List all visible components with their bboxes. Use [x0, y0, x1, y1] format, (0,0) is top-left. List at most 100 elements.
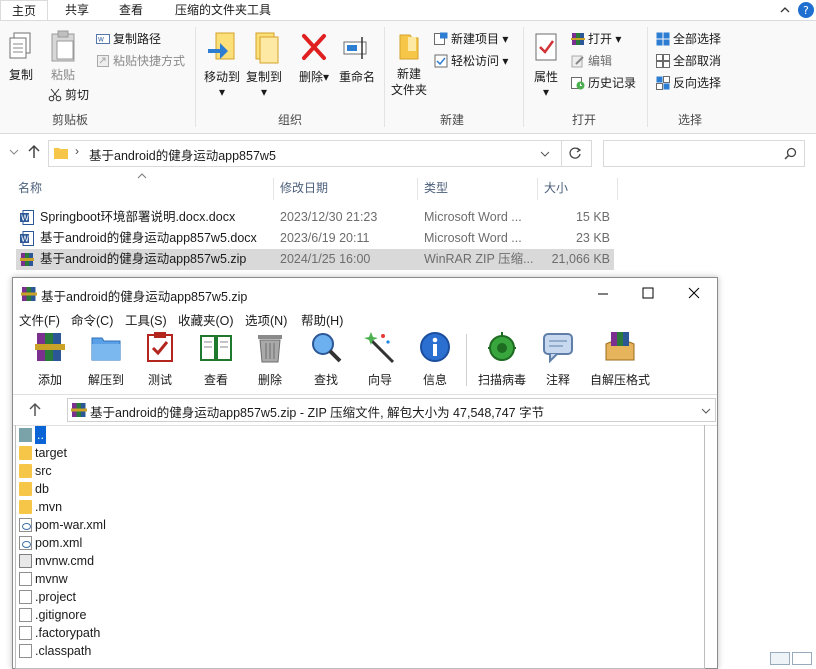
address-bar[interactable]: › 基于android的健身运动app857w5 [48, 140, 592, 167]
magnifier-icon [312, 333, 342, 363]
file-type: WinRAR ZIP 压缩... [424, 252, 534, 266]
file-date: 2023/12/30 21:23 [280, 210, 378, 224]
column-divider[interactable] [273, 178, 274, 200]
menu-options[interactable]: 选项(N) [245, 310, 287, 329]
copy-label: 复制 [8, 68, 33, 82]
info-button[interactable]: 信息 [409, 330, 461, 388]
move-to-button[interactable]: 移动到▾ [202, 31, 242, 99]
properties-icon [535, 33, 557, 61]
up-folder-icon[interactable] [27, 402, 43, 418]
menu-commands[interactable]: 命令(C) [71, 310, 113, 329]
move-to-label: 移动到▾ [203, 70, 240, 99]
column-header-name[interactable]: 名称 [18, 178, 42, 200]
breadcrumb-path[interactable]: 基于android的健身运动app857w5 [89, 145, 276, 164]
copy-path-button[interactable]: W 复制路径 [96, 31, 161, 47]
menu-favorites[interactable]: 收藏夹(O) [178, 310, 234, 329]
paste-button[interactable]: 粘贴 [46, 29, 80, 83]
new-item-button[interactable]: 新建项目 ▾ [434, 31, 508, 47]
copy-path-icon: W [96, 34, 110, 44]
chevron-up-icon[interactable] [778, 3, 792, 17]
cut-button[interactable]: 剪切 [48, 87, 89, 103]
list-item-name: mvnw.cmd [35, 554, 95, 568]
menu-file[interactable]: 文件(F) [19, 310, 60, 329]
rename-button[interactable]: 重命名 [336, 31, 378, 85]
winrar-title-bar[interactable]: 基于android的健身运动app857w5.zip [13, 278, 717, 308]
up-arrow-icon[interactable] [26, 144, 42, 160]
extract-folder-icon [91, 337, 121, 361]
test-label: 测试 [147, 373, 172, 387]
refresh-icon[interactable] [568, 146, 582, 160]
address-dropdown-icon[interactable] [539, 148, 551, 160]
properties-button[interactable]: 属性 ▾ [528, 31, 564, 99]
group-divider [523, 27, 524, 127]
scan-virus-button[interactable]: 扫描病毒 [474, 330, 530, 388]
file-row[interactable]: W Springboot环境部署说明.docx.docx 2023/12/30 … [16, 207, 614, 228]
list-item-name: .gitignore [35, 608, 87, 622]
copy-button[interactable]: 复制 [4, 31, 38, 83]
invert-selection-button[interactable]: 反向选择 [656, 75, 721, 91]
maximize-icon[interactable] [642, 287, 654, 299]
column-header-size[interactable]: 大小 [544, 178, 568, 200]
column-divider[interactable] [617, 178, 618, 200]
tab-compressed-tools-label: 压缩的文件夹工具 [174, 3, 271, 17]
file-row-selected[interactable]: 基于android的健身运动app857w5.zip 2024/1/25 16:… [16, 249, 614, 270]
large-icons-view-icon[interactable] [792, 652, 812, 665]
details-view-icon[interactable] [770, 652, 790, 665]
select-all-button[interactable]: 全部选择 [656, 31, 721, 47]
archive-path-field[interactable]: 基于android的健身运动app857w5.zip - ZIP 压缩文件, 解… [67, 398, 716, 422]
tab-share[interactable]: 共享 [54, 0, 100, 20]
wizard-button[interactable]: 向导 [354, 330, 406, 388]
select-none-button[interactable]: 全部取消 [656, 53, 721, 69]
sfx-button[interactable]: 自解压格式 [587, 330, 653, 388]
minimize-icon[interactable] [597, 288, 609, 300]
copy-to-button[interactable]: 复制到▾ [244, 31, 284, 99]
comment-icon [543, 333, 573, 364]
file-row[interactable]: W 基于android的健身运动app857w5.docx 2023/6/19 … [16, 228, 614, 249]
comment-button[interactable]: 注释 [532, 330, 584, 388]
ribbon-tab-bar: 主页 共享 查看 压缩的文件夹工具 ? [0, 0, 816, 20]
path-dropdown-icon[interactable] [700, 405, 712, 417]
winrar-title: 基于android的健身运动app857w5.zip [41, 290, 248, 304]
help-icon[interactable]: ? [798, 2, 814, 18]
list-item-name: .. [35, 426, 46, 444]
tab-view[interactable]: 查看 [108, 0, 154, 20]
add-label: 添加 [37, 373, 62, 387]
sort-ascending-icon [137, 173, 147, 179]
column-header-date[interactable]: 修改日期 [280, 178, 328, 200]
column-divider[interactable] [417, 178, 418, 200]
test-button[interactable]: 测试 [134, 330, 186, 388]
folder-icon [19, 500, 32, 514]
search-input[interactable] [608, 144, 782, 162]
history-button[interactable]: 历史记录 [571, 75, 636, 91]
new-folder-button[interactable]: 新建 文件夹 [390, 31, 428, 98]
find-button[interactable]: 查找 [300, 330, 352, 388]
tab-compressed-tools[interactable]: 压缩的文件夹工具 [164, 0, 282, 20]
paste-shortcut-button[interactable]: 粘贴快捷方式 [96, 53, 185, 69]
close-icon[interactable] [688, 287, 700, 299]
tab-home[interactable]: 主页 [0, 0, 48, 20]
easy-access-button[interactable]: 轻松访问 ▾ [434, 53, 508, 69]
open-button[interactable]: 打开 ▾ [571, 31, 621, 47]
delete-button[interactable]: 删除▾ [296, 31, 332, 85]
comment-label: 注释 [545, 373, 570, 387]
winrar-archive-icon [71, 403, 87, 417]
extract-to-button[interactable]: 解压到 [80, 330, 132, 388]
menu-help[interactable]: 帮助(H) [301, 310, 343, 329]
view-button[interactable]: 查看 [190, 330, 242, 388]
edit-button[interactable]: 编辑 [571, 53, 612, 69]
archive-file-list[interactable]: .. target src db .mvn pom-war.xml pom.xm… [15, 425, 705, 669]
chevron-down-icon[interactable] [8, 146, 20, 158]
menu-tools[interactable]: 工具(S) [125, 310, 167, 329]
paste-shortcut-icon [97, 55, 109, 67]
file-name: Springboot环境部署说明.docx.docx [40, 210, 236, 224]
column-header-type[interactable]: 类型 [424, 178, 448, 200]
search-icon[interactable] [784, 147, 797, 160]
history-label: 历史记录 [588, 76, 637, 90]
column-divider[interactable] [537, 178, 538, 200]
file-size: 21,066 KB [551, 252, 610, 266]
open-group-label: 打开 [571, 113, 596, 127]
view-label: 查看 [203, 373, 228, 387]
delete-archive-button[interactable]: 删除 [244, 330, 296, 388]
search-box[interactable] [603, 140, 805, 167]
add-button[interactable]: 添加 [24, 330, 76, 388]
